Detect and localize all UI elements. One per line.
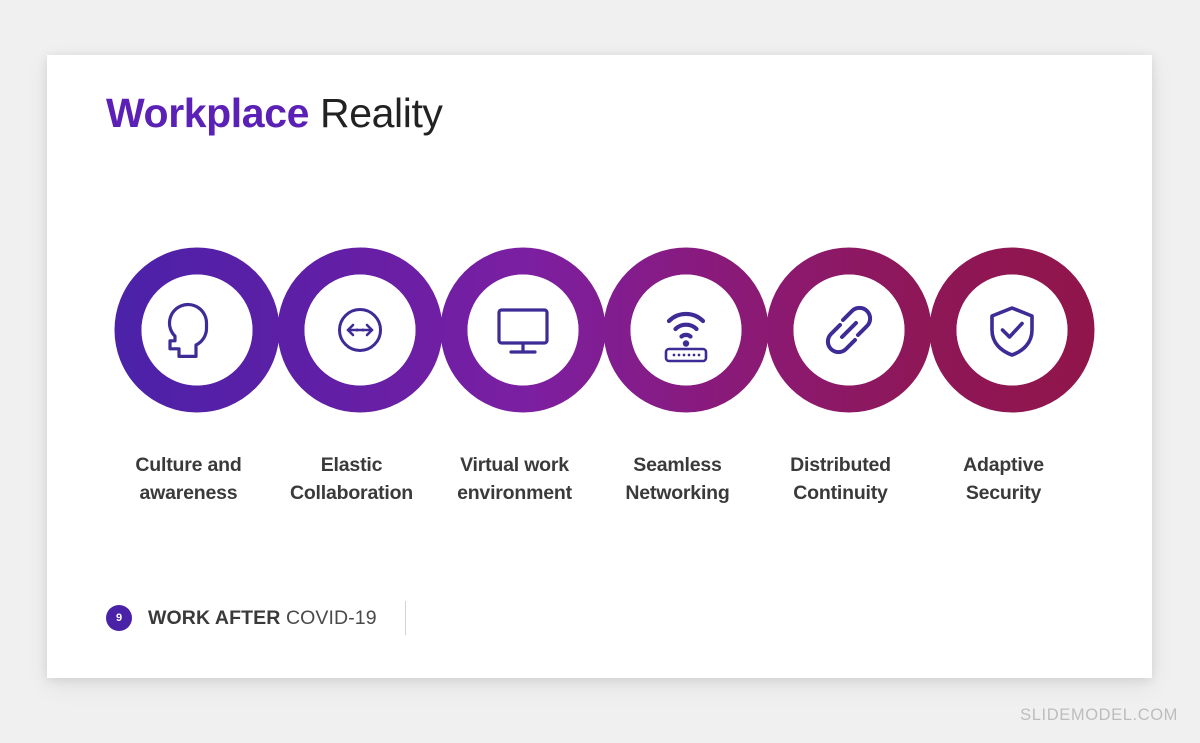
item-label-3-line2: environment: [457, 481, 572, 504]
page-title: Workplace Reality: [106, 90, 443, 136]
item-label-5-line1: Distributed: [790, 454, 891, 476]
ring-2: [277, 247, 443, 413]
item-label-3: Virtual work environment: [433, 452, 596, 507]
item-label-2-line1: Elastic: [320, 454, 383, 476]
chain-link-icon: [825, 305, 873, 355]
footer-title: WORK AFTER COVID-19: [148, 607, 377, 630]
item-label-6-line1: Adaptive: [963, 454, 1044, 476]
head-profile-icon: [167, 302, 209, 358]
item-label-6: Adaptive Security: [922, 452, 1085, 507]
item-label-4-line2: Networking: [625, 481, 730, 504]
desktop-monitor-icon: [497, 308, 549, 354]
page-number-badge: 9: [106, 605, 132, 631]
elastic-resize-arrows-icon: [338, 308, 382, 352]
item-label-1-line2: awareness: [139, 481, 238, 504]
ring-4: [603, 247, 769, 413]
item-label-3-line1: Virtual work: [460, 454, 569, 476]
page-title-rest: Reality: [309, 90, 443, 136]
footer-divider: [404, 601, 406, 635]
item-label-2: Elastic Collaboration: [270, 452, 433, 507]
item-label-2-line2: Collaboration: [289, 481, 414, 504]
linked-circles-diagram: [47, 55, 1152, 678]
ring-3: [440, 247, 606, 413]
ring-1: [114, 247, 280, 413]
item-label-5-line2: Continuity: [793, 481, 888, 504]
ring-6: [929, 247, 1095, 413]
page-title-accent: Workplace: [106, 90, 310, 136]
shield-check-icon: [990, 306, 1034, 357]
item-label-4-line1: Seamless: [633, 454, 722, 476]
footer-title-light: COVID-19: [280, 606, 377, 629]
item-label-1-line1: Culture and: [135, 454, 242, 476]
ring-5: [766, 247, 932, 413]
slidemodel-watermark: SLIDEMODEL.COM: [1020, 706, 1178, 724]
item-label-4: Seamless Networking: [596, 452, 759, 507]
slide-card: Workplace Reality Culture and awareness …: [47, 55, 1152, 678]
item-label-1: Culture and awareness: [107, 452, 270, 507]
footer-title-strong: WORK AFTER: [148, 606, 281, 629]
labels-row: Culture and awareness Elastic Collaborat…: [107, 452, 1097, 507]
wifi-router-icon: [664, 311, 708, 363]
item-label-6-line2: Security: [965, 481, 1042, 504]
slide-footer: 9 WORK AFTER COVID-19: [106, 601, 406, 635]
item-label-5: Distributed Continuity: [759, 452, 922, 507]
